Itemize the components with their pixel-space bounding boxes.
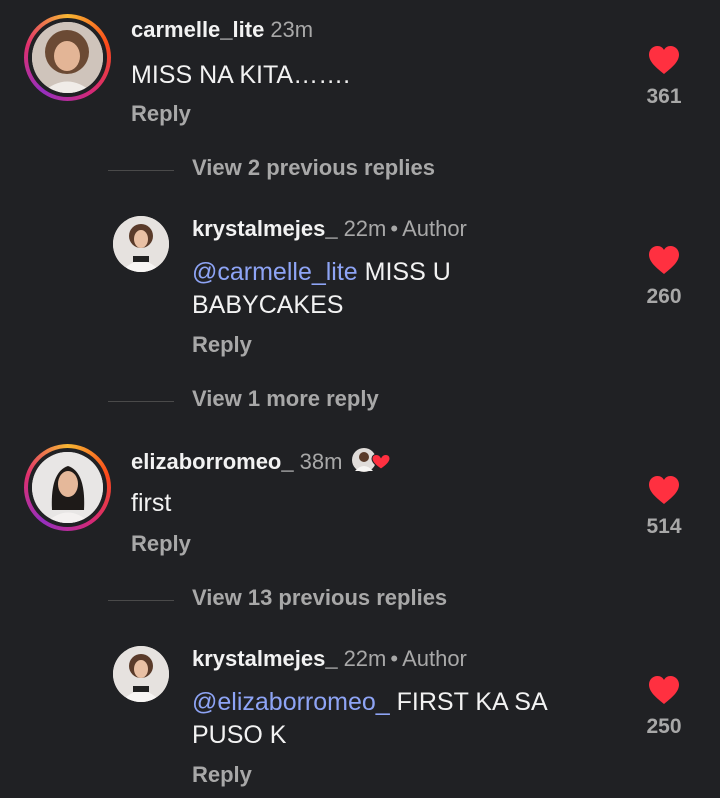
mention-link[interactable]: @elizaborromeo_ <box>192 688 390 716</box>
comment-text: MISS NA KITA……. <box>131 61 351 89</box>
liked-by-author-badge-icon <box>350 447 392 473</box>
reply-button[interactable]: Reply <box>192 762 252 788</box>
like-button[interactable]: 514 <box>634 475 694 539</box>
like-count: 361 <box>646 85 682 108</box>
author-tag: Author <box>402 646 467 671</box>
reply-button[interactable]: Reply <box>192 332 252 358</box>
avatar[interactable] <box>113 646 169 702</box>
like-button[interactable]: 260 <box>634 245 694 309</box>
username[interactable]: carmelle_lite <box>131 17 264 42</box>
divider-line <box>108 600 174 601</box>
like-button[interactable]: 250 <box>634 675 694 739</box>
heart-icon <box>649 676 679 704</box>
username[interactable]: krystalmejes_ <box>192 646 338 671</box>
timestamp: 38m <box>299 449 343 474</box>
heart-icon <box>649 246 679 274</box>
like-count: 260 <box>646 285 682 308</box>
username[interactable]: krystalmejes_ <box>192 216 338 241</box>
comment-text: first <box>131 489 172 517</box>
comments-thread: carmelle_lite 23m MISS NA KITA……. Reply 3… <box>0 0 720 798</box>
separator-dot: • <box>390 646 399 671</box>
timestamp: 22m <box>343 646 387 671</box>
separator-dot: • <box>390 216 399 241</box>
mention-link[interactable]: @carmelle_lite <box>192 258 358 286</box>
comment-text: @carmelle_lite MISS U BABYCAKES <box>192 256 552 322</box>
story-ring[interactable] <box>24 14 111 101</box>
view-replies-label[interactable]: View 1 more reply <box>192 386 379 412</box>
view-replies-label[interactable]: View 13 previous replies <box>192 585 447 611</box>
divider-line <box>108 170 174 171</box>
timestamp: 23m <box>270 17 314 42</box>
avatar[interactable] <box>32 452 103 523</box>
like-count: 514 <box>646 515 682 538</box>
author-tag: Author <box>402 216 467 241</box>
heart-icon <box>649 476 679 504</box>
story-ring[interactable] <box>24 444 111 531</box>
divider-line <box>108 401 174 402</box>
heart-icon <box>649 46 679 74</box>
username[interactable]: elizaborromeo_ <box>131 449 294 474</box>
avatar[interactable] <box>113 216 169 272</box>
reply-button[interactable]: Reply <box>131 101 191 127</box>
timestamp: 22m <box>343 216 387 241</box>
like-count: 250 <box>646 715 682 738</box>
like-button[interactable]: 361 <box>634 45 694 109</box>
avatar[interactable] <box>32 22 103 93</box>
reply-button[interactable]: Reply <box>131 531 191 557</box>
view-replies-label[interactable]: View 2 previous replies <box>192 155 435 181</box>
comment-text: @elizaborromeo_ FIRST KA SA PUSO K <box>192 686 612 752</box>
